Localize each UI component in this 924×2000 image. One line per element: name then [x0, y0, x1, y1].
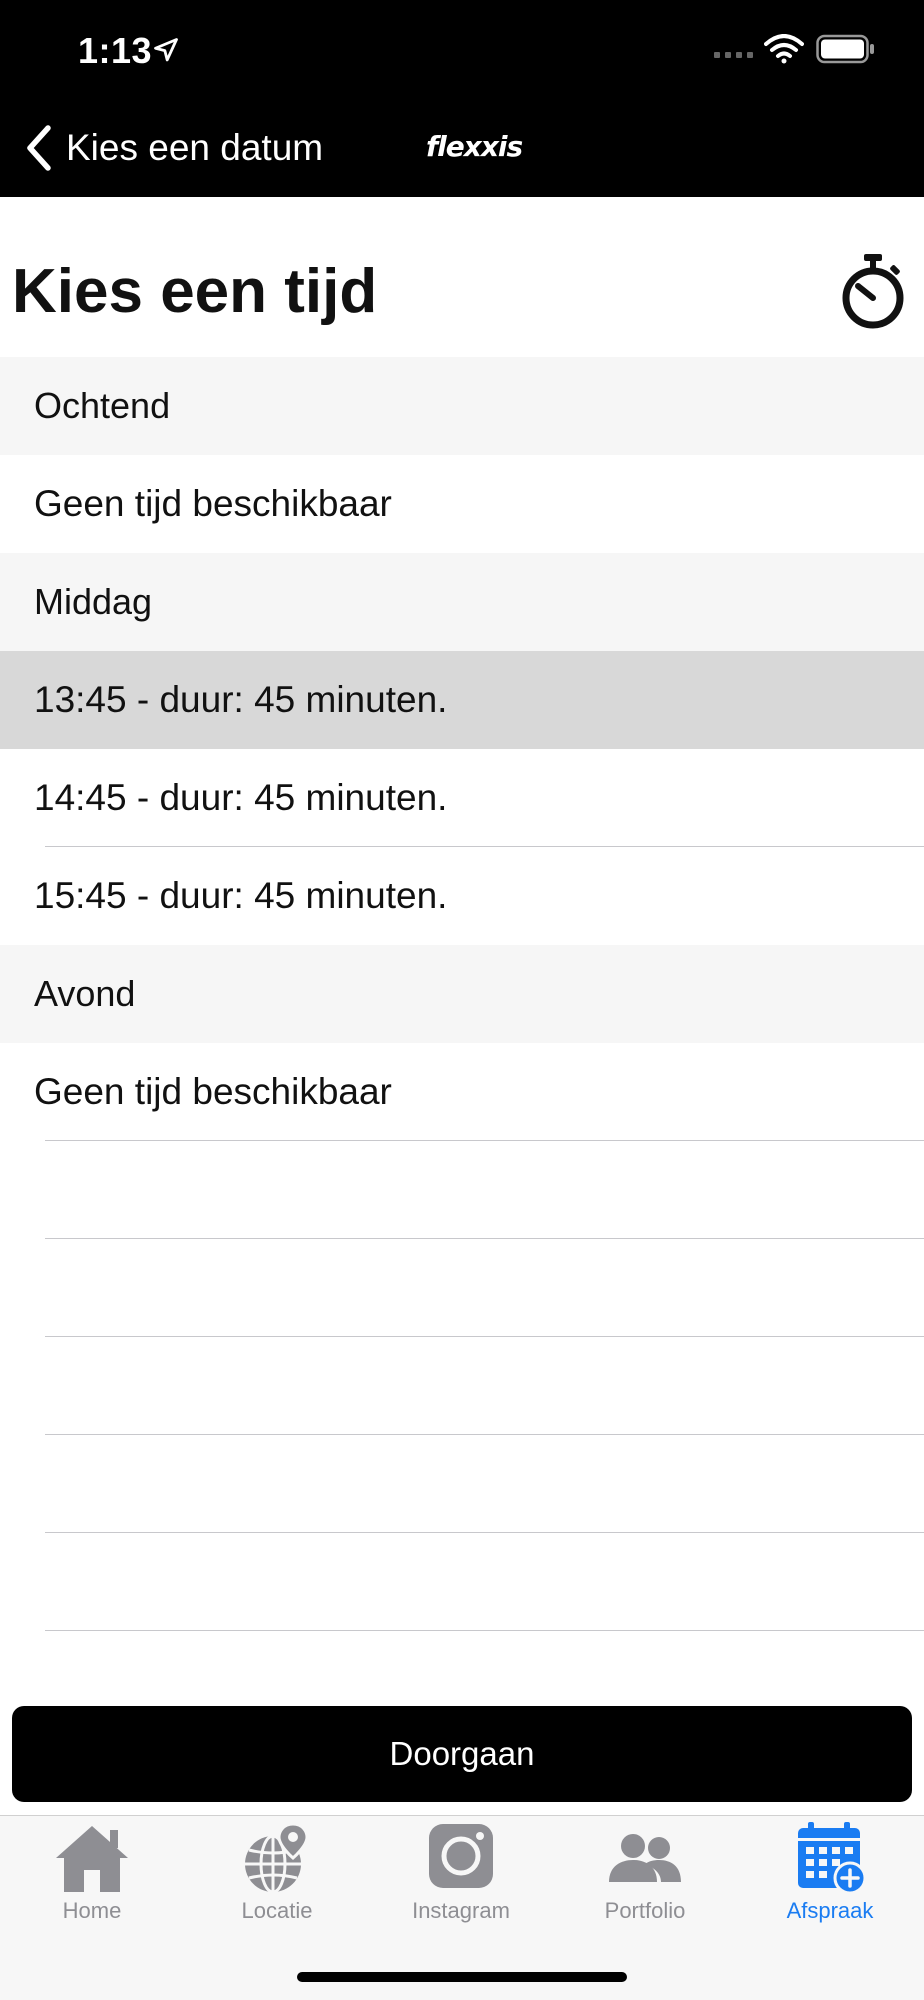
section-header-ochtend: Ochtend: [0, 357, 924, 455]
back-button-label: Kies een datum: [66, 127, 324, 168]
navigation-bar: Kies een datum flexxis: [0, 100, 924, 197]
time-slot-row[interactable]: 14:45 - duur: 45 minuten.: [0, 749, 924, 847]
section-header-avond: Avond: [0, 945, 924, 1043]
back-button[interactable]: Kies een datum: [24, 122, 323, 174]
tab-instagram-label: Instagram: [412, 1898, 510, 1923]
tab-instagram[interactable]: Instagram: [381, 1820, 541, 1940]
list-item: Geen tijd beschikbaar: [0, 1043, 924, 1141]
home-icon: [56, 1826, 128, 1892]
battery-icon: [816, 34, 874, 64]
people-icon: [609, 1834, 681, 1882]
status-time: 1:13: [78, 30, 153, 71]
section-header-middag: Middag: [0, 553, 924, 651]
stopwatch-icon[interactable]: [840, 252, 906, 332]
tab-portfolio[interactable]: Portfolio: [565, 1820, 725, 1940]
wifi-icon: [764, 34, 804, 64]
empty-row: [0, 1533, 924, 1631]
tab-home-label: Home: [62, 1898, 122, 1923]
status-bar: 1:13: [0, 0, 924, 100]
tab-afspraak[interactable]: Afspraak: [750, 1820, 910, 1940]
time-slot-list: Ochtend Geen tijd beschikbaar Middag 13:…: [0, 357, 924, 1631]
empty-row: [0, 1141, 924, 1239]
signal-icon: [714, 52, 753, 58]
tab-afspraak-label: Afspraak: [786, 1898, 874, 1923]
list-item: Geen tijd beschikbaar: [0, 455, 924, 553]
chevron-left-icon: [27, 125, 51, 171]
instagram-icon: [429, 1824, 493, 1888]
tab-locatie-label: Locatie: [241, 1898, 313, 1923]
home-indicator: [297, 1972, 627, 1982]
empty-row: [0, 1337, 924, 1435]
location-arrow-icon: [154, 38, 178, 62]
page-title: Kies een tijd: [12, 257, 378, 326]
tab-home[interactable]: Home: [12, 1820, 172, 1940]
continue-button[interactable]: Doorgaan: [12, 1706, 912, 1802]
time-slot-row[interactable]: 13:45 - duur: 45 minuten.: [0, 651, 924, 749]
empty-row: [0, 1435, 924, 1533]
globe-location-icon: [245, 1822, 309, 1894]
time-slot-row[interactable]: 15:45 - duur: 45 minuten.: [0, 847, 924, 945]
empty-row: [0, 1239, 924, 1337]
calendar-add-icon: [798, 1822, 867, 1895]
tab-portfolio-label: Portfolio: [604, 1898, 686, 1923]
tab-locatie[interactable]: Locatie: [197, 1820, 357, 1940]
brand-logo: flexxis: [426, 130, 523, 163]
